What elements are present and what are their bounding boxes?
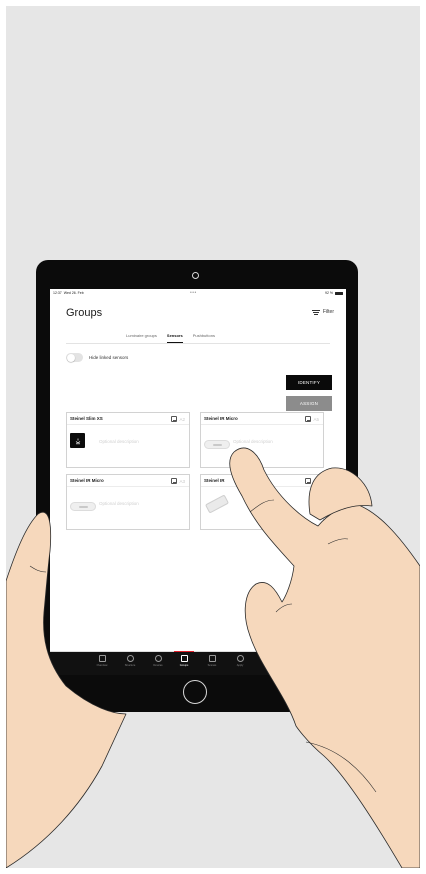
card-icons: A3 xyxy=(171,478,185,484)
filter-lines-icon xyxy=(311,309,320,315)
filter-button[interactable]: Filter xyxy=(311,309,334,315)
active-tab-indicator xyxy=(174,651,194,653)
nav-devices[interactable]: Devices xyxy=(146,655,170,667)
devices-icon xyxy=(154,655,162,662)
toggle-knob xyxy=(66,353,75,362)
sensor-card[interactable]: Steinel IR Micro A5 Optional description xyxy=(200,412,324,468)
sensor-name: Steinel IR Micro xyxy=(70,478,104,483)
status-bar: 12:37 Wed 26. Feb ••• 92 % xyxy=(50,289,346,297)
battery-icon xyxy=(335,291,343,295)
nav-overview[interactable]: Overview xyxy=(90,655,114,667)
sensor-name: Steinel IR xyxy=(204,478,225,483)
nav-label: Overview xyxy=(96,664,108,667)
tab-luminaire-groups[interactable]: Luminaire groups xyxy=(126,333,157,343)
nav-groups[interactable]: Groups xyxy=(172,655,196,667)
sensor-address: A5 xyxy=(313,416,319,422)
card-divider xyxy=(201,486,323,487)
hide-linked-toggle[interactable] xyxy=(66,353,83,362)
assign-button[interactable]: ASSIGN xyxy=(286,396,332,411)
sensor-pill-icon xyxy=(204,440,230,449)
sensor-card[interactable]: Steinel IR Micro A3 Optional description xyxy=(66,474,190,530)
nav-label: Structure xyxy=(124,664,136,667)
battery-percent: 92 % xyxy=(325,291,333,295)
card-icons: A5 xyxy=(305,416,319,422)
sensor-tilted-icon xyxy=(204,494,230,514)
sensor-address: A4 xyxy=(313,478,319,484)
card-icons: A4 xyxy=(305,478,319,484)
scenes-icon xyxy=(208,655,216,662)
card-divider xyxy=(201,424,323,425)
page-title: Groups xyxy=(66,307,103,319)
sensor-name: Steinel IR Micro xyxy=(204,416,238,421)
illustration-background: 12:37 Wed 26. Feb ••• 92 % Groups Filter… xyxy=(6,6,420,868)
group-box-icon xyxy=(171,478,178,484)
nav-label: Scenes xyxy=(207,664,217,667)
filter-label: Filter xyxy=(322,309,334,315)
nav-apply[interactable]: Apply xyxy=(228,655,252,667)
status-time: 12:37 Wed 26. Feb xyxy=(53,291,84,295)
overview-icon xyxy=(98,655,106,662)
sensor-card[interactable]: Steinel IR A4 xyxy=(200,474,324,530)
apply-icon xyxy=(236,655,244,662)
group-box-icon xyxy=(171,416,178,422)
group-box-icon xyxy=(305,478,312,484)
hide-linked-label: Hide linked sensors xyxy=(89,355,129,360)
sensor-description: Optional description xyxy=(99,501,139,506)
tab-divider xyxy=(66,343,330,344)
nav-structure[interactable]: Structure xyxy=(118,655,142,667)
battery-status: 92 % xyxy=(325,291,343,295)
layers-icon xyxy=(126,655,134,662)
sensor-black-icon xyxy=(70,433,85,448)
tab-pushbuttons[interactable]: Pushbuttons xyxy=(193,333,215,343)
card-icons: A2 xyxy=(171,416,185,422)
nav-label: Groups xyxy=(179,664,189,667)
sensor-address: A2 xyxy=(179,416,185,422)
sensor-description: Optional description xyxy=(99,439,139,444)
bottom-nav: Overview Structure Devices Groups Scenes xyxy=(50,651,346,675)
nav-scenes[interactable]: Scenes xyxy=(200,655,224,667)
sensor-pill-icon xyxy=(70,502,96,511)
sensor-card[interactable]: Steinel Slim XS A2 Optional description xyxy=(66,412,190,468)
multitask-dots: ••• xyxy=(190,290,197,296)
tab-sensors[interactable]: Sensors xyxy=(166,333,183,343)
nav-label: Apply xyxy=(236,664,244,667)
home-button[interactable] xyxy=(183,680,207,704)
hide-linked-row: Hide linked sensors xyxy=(66,353,128,362)
card-divider xyxy=(67,486,189,487)
identify-button[interactable]: IDENTIFY xyxy=(286,375,332,390)
group-box-icon xyxy=(305,416,312,422)
sensor-address: A3 xyxy=(179,478,185,484)
group-tabs: Luminaire groups Sensors Pushbuttons xyxy=(126,333,215,343)
app-screen: 12:37 Wed 26. Feb ••• 92 % Groups Filter… xyxy=(50,289,346,675)
groups-icon xyxy=(180,655,188,662)
sensor-description: Optional description xyxy=(233,439,273,444)
card-divider xyxy=(67,424,189,425)
sensor-name: Steinel Slim XS xyxy=(70,416,103,421)
tablet-device: 12:37 Wed 26. Feb ••• 92 % Groups Filter… xyxy=(36,260,358,712)
nav-label: Devices xyxy=(153,664,163,667)
camera-icon xyxy=(192,272,199,279)
